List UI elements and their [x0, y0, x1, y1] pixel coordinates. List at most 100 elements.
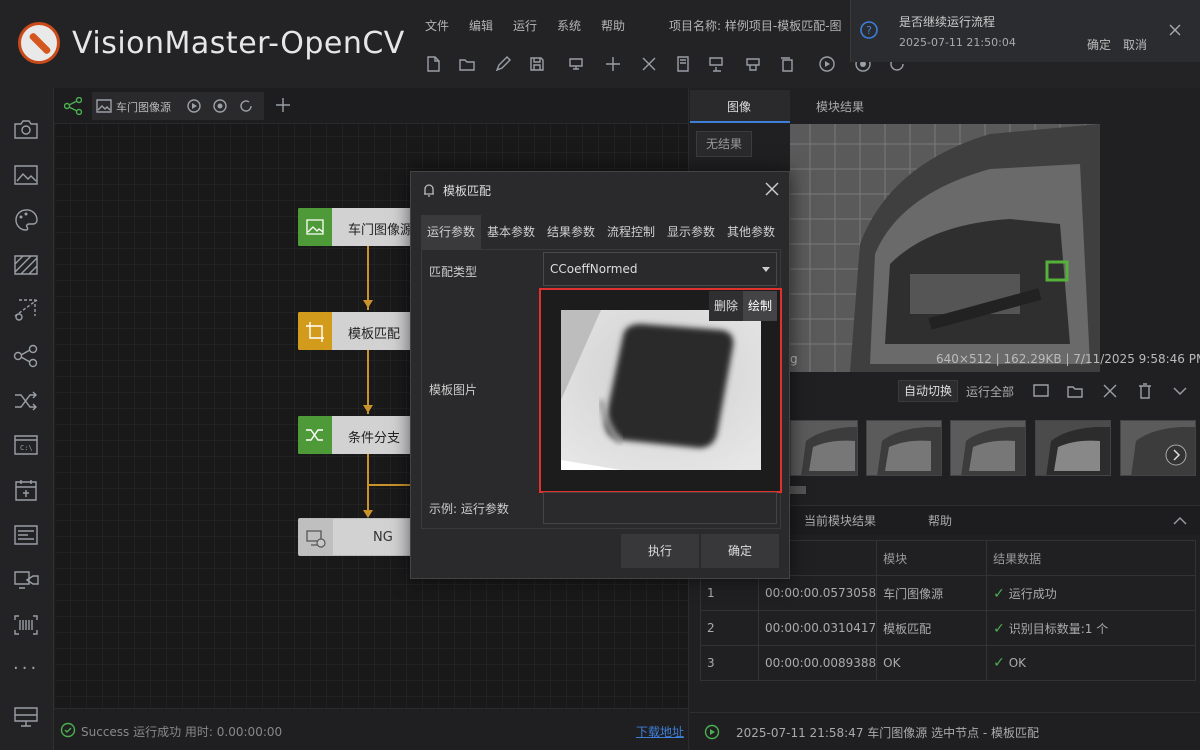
tab-image-label: 图像 — [727, 100, 752, 114]
thumbnail[interactable] — [950, 420, 1026, 476]
notification-title: 是否继续运行流程 — [899, 15, 996, 29]
draw-button[interactable]: 绘制 — [743, 291, 777, 321]
check-icon: ✓ — [993, 655, 1005, 671]
run-all-button[interactable]: 运行全部 — [966, 383, 1014, 400]
tab-basic-params[interactable]: 基本参数 — [487, 215, 535, 249]
save-icon[interactable] — [528, 55, 546, 73]
table-row[interactable]: 2 00:00:00.0310417 模板匹配 ✓ 识别目标数量:1 个 — [700, 610, 1196, 646]
notification-time: 2025-07-11 21:50:04 — [899, 36, 1016, 49]
download-link[interactable]: 下载地址 — [636, 723, 684, 740]
calendar-icon[interactable] — [13, 478, 39, 502]
menu-edit[interactable]: 编辑 — [469, 17, 493, 34]
tab-car-door[interactable]: 车门图像源 — [92, 92, 264, 120]
tab-flow-control[interactable]: 流程控制 — [607, 215, 655, 249]
open-folder-icon[interactable] — [458, 55, 476, 73]
flow-icon[interactable] — [64, 97, 82, 115]
table-row[interactable]: 3 00:00:00.0089388 OK ✓ OK — [700, 645, 1196, 681]
add-tab-icon[interactable] — [274, 96, 292, 114]
table-row[interactable]: 1 00:00:00.0573058 车门图像源 ✓ 运行成功 — [700, 575, 1196, 611]
success-icon — [60, 722, 76, 738]
menu-run[interactable]: 运行 — [513, 17, 537, 34]
barcode-scan-icon[interactable] — [13, 614, 39, 636]
cell-module: OK — [876, 645, 988, 681]
tab-module-result[interactable]: 模块结果 — [816, 98, 864, 115]
thumbnail[interactable] — [866, 420, 942, 476]
edit-pen-icon[interactable] — [494, 55, 512, 73]
notification-ok-button[interactable]: 确定 — [1087, 36, 1111, 53]
node-icon-bg — [298, 312, 332, 350]
no-result-button[interactable]: 无结果 — [696, 131, 752, 157]
log-text: 2025-07-11 21:58:47 车门图像源 选中节点 - 模板匹配 — [736, 726, 1040, 740]
node-label: NG — [373, 530, 393, 545]
tab-image[interactable]: 图像 — [690, 90, 790, 123]
more-icon[interactable]: ··· — [13, 658, 39, 679]
module-icon[interactable] — [568, 55, 586, 73]
tab-display-params[interactable]: 显示参数 — [667, 215, 715, 249]
book-icon[interactable] — [674, 55, 692, 73]
refresh-icon[interactable] — [238, 98, 254, 114]
run-once-icon[interactable] — [818, 55, 836, 73]
cell-result: ✓ OK — [986, 645, 1196, 681]
auto-switch-button[interactable]: 自动切换 — [898, 380, 958, 402]
cell-result-text: OK — [1008, 656, 1027, 670]
tab-current-module-result[interactable]: 当前模块结果 — [804, 512, 876, 529]
image-icon[interactable] — [13, 164, 39, 186]
image-info: 640×512 | 162.29KB | 7/11/2025 9:58:46 P… — [936, 352, 1200, 366]
confirm-button[interactable]: 确定 — [701, 534, 779, 568]
tab-help[interactable]: 帮助 — [928, 512, 952, 529]
add-icon[interactable] — [604, 55, 622, 73]
tab-other-params[interactable]: 其他参数 — [727, 215, 775, 249]
tab-result-params[interactable]: 结果参数 — [547, 215, 595, 249]
menu-system[interactable]: 系统 — [557, 17, 581, 34]
log-bar: 2025-07-11 21:58:47 车门图像源 选中节点 - 模板匹配 — [690, 712, 1200, 750]
bell-icon — [421, 182, 437, 198]
camera-icon[interactable] — [13, 118, 39, 140]
arrow-head — [363, 300, 373, 308]
terminal-icon[interactable]: C:\ — [13, 434, 39, 456]
notification-cancel-button[interactable]: 取消 — [1123, 36, 1147, 53]
texture-icon[interactable] — [13, 254, 39, 276]
check-icon: ✓ — [993, 585, 1005, 602]
chevron-down-icon[interactable] — [1172, 384, 1188, 398]
monitor-chat-icon[interactable] — [13, 568, 39, 592]
thumbnail[interactable] — [1035, 420, 1111, 476]
run-icon[interactable] — [186, 98, 202, 114]
new-file-icon[interactable] — [424, 55, 442, 73]
close-icon[interactable] — [1102, 383, 1118, 399]
stamp-icon[interactable] — [744, 55, 762, 73]
dialog-close-icon[interactable] — [765, 182, 779, 196]
app-title: VisionMaster-OpenCV — [72, 26, 405, 61]
copy-icon[interactable] — [778, 55, 796, 73]
tab-run-params[interactable]: 运行参数 — [421, 215, 481, 249]
screenshot-icon[interactable] — [1032, 382, 1050, 400]
execute-button[interactable]: 执行 — [621, 534, 699, 568]
device-icon[interactable] — [13, 706, 39, 728]
chevron-up-icon[interactable] — [1172, 514, 1188, 526]
dialog-title: 模板匹配 — [443, 184, 492, 198]
col-header: 模块 — [876, 540, 988, 576]
close-icon[interactable] — [1169, 24, 1181, 36]
palette-icon[interactable] — [13, 208, 39, 232]
menu-help[interactable]: 帮助 — [601, 17, 625, 34]
thumbnail[interactable] — [1120, 420, 1196, 476]
example-input[interactable] — [543, 492, 777, 524]
crop-icon[interactable] — [13, 298, 39, 322]
match-type-select[interactable]: CCoeffNormed — [543, 252, 777, 286]
shuffle-icon[interactable] — [13, 390, 39, 412]
delete-icon[interactable] — [640, 55, 658, 73]
open-folder-icon[interactable] — [1066, 382, 1084, 400]
menu-file[interactable]: 文件 — [425, 17, 449, 34]
image-viewer[interactable] — [790, 124, 1100, 372]
record-icon[interactable] — [212, 98, 228, 114]
template-match-dialog: 模板匹配 运行参数 基本参数 结果参数 流程控制 显示参数 其他参数 匹配类型 … — [410, 171, 790, 579]
thumbnail[interactable] — [790, 420, 858, 476]
node-graph-icon[interactable] — [13, 344, 39, 368]
thumb-scrollbar[interactable] — [790, 486, 806, 494]
node-label: 条件分支 — [348, 431, 401, 446]
image-icon — [96, 99, 112, 113]
report-icon[interactable] — [13, 524, 39, 546]
import-icon[interactable] — [708, 55, 726, 73]
template-image — [561, 310, 761, 470]
delete-button[interactable]: 删除 — [709, 291, 743, 321]
trash-icon[interactable] — [1136, 382, 1154, 400]
